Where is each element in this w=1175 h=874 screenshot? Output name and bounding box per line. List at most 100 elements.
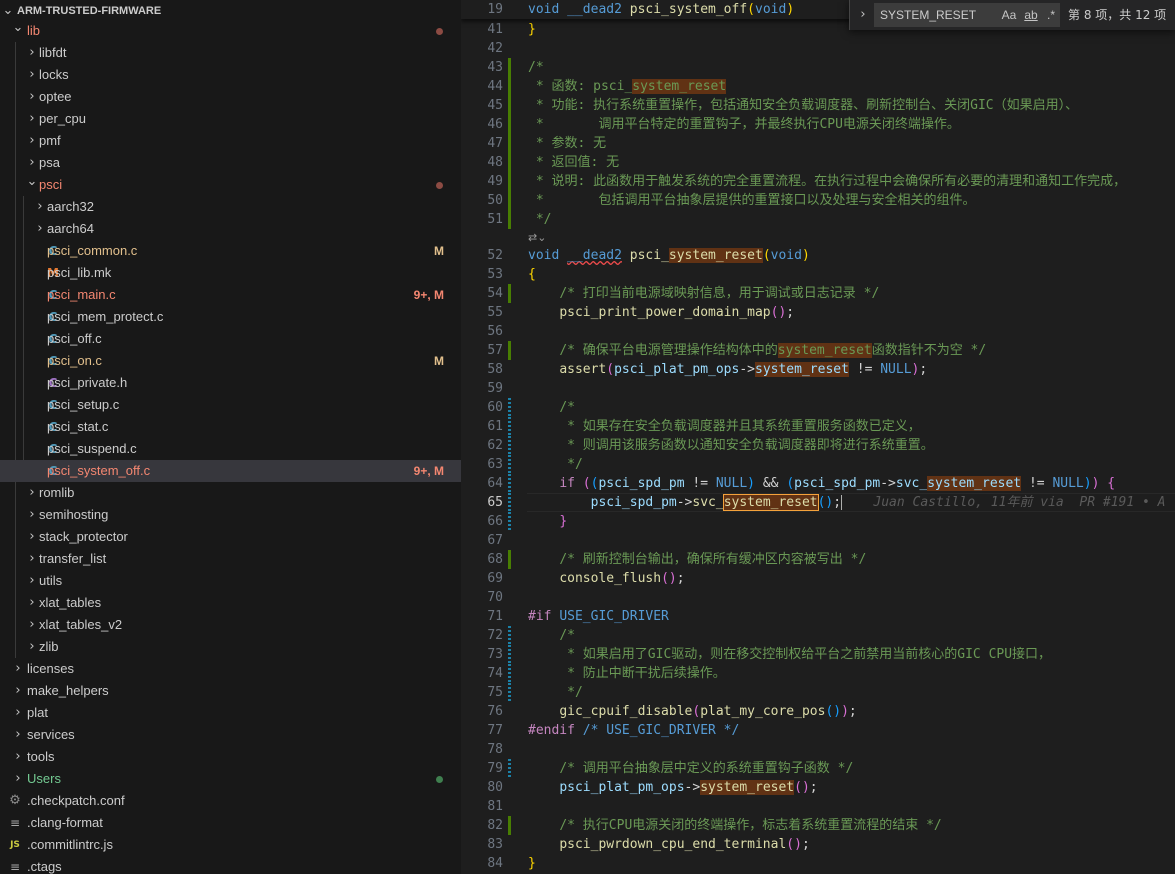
folder-item[interactable]: › utils <box>0 570 461 592</box>
file-item[interactable]: Cpsci_private.h <box>0 372 461 394</box>
folder-item[interactable]: › romlib <box>0 482 461 504</box>
added-line-marker[interactable] <box>508 153 511 172</box>
folder-item[interactable]: ⌄ psci <box>0 174 461 196</box>
folder-item[interactable]: › libfdt <box>0 42 461 64</box>
modified-line-marker[interactable] <box>508 664 511 683</box>
code-line[interactable]: * 函数: psci_system_reset <box>528 77 727 96</box>
use-regex-toggle[interactable]: .* <box>1041 7 1061 23</box>
folder-item[interactable]: › tools <box>0 746 461 768</box>
code-line[interactable]: /* <box>528 58 544 77</box>
added-line-marker[interactable] <box>508 172 511 191</box>
match-whole-word-toggle[interactable]: ab <box>1021 7 1041 23</box>
added-line-marker[interactable] <box>508 115 511 134</box>
code-editor[interactable]: 41} 42 43/* 44 * 函数: psci_system_reset 45 * … <box>461 0 1175 874</box>
modified-line-marker[interactable] <box>508 759 511 778</box>
folder-item[interactable]: › make_helpers <box>0 680 461 702</box>
code-line[interactable]: * 如果启用了GIC驱动，则在移交控制权给平台之前禁用当前核心的GIC CPU接… <box>528 645 1051 664</box>
added-line-marker[interactable] <box>508 134 511 153</box>
folder-item[interactable]: › zlib <box>0 636 461 658</box>
added-line-marker[interactable] <box>508 550 511 569</box>
file-item[interactable]: Cpsci_main.c 9+, M <box>0 284 461 306</box>
folder-item[interactable]: › pmf <box>0 130 461 152</box>
explorer-root-header[interactable]: ⌄ ARM-TRUSTED-FIRMWARE <box>0 0 461 22</box>
folder-item[interactable]: › optee <box>0 86 461 108</box>
folder-item[interactable]: › xlat_tables_v2 <box>0 614 461 636</box>
file-item[interactable]: Cpsci_common.c M <box>0 240 461 262</box>
code-line[interactable]: assert(psci_plat_pm_ops->system_reset !=… <box>528 360 927 379</box>
toggle-replace-chevron-icon[interactable]: › <box>856 6 870 24</box>
folder-item[interactable]: › services <box>0 724 461 746</box>
code-line[interactable]: /* 执行CPU电源关闭的终端操作，标志着系统重置流程的结束 */ <box>528 816 941 835</box>
code-line[interactable]: /* 刷新控制台输出，确保所有缓冲区内容被写出 */ <box>528 550 866 569</box>
code-line[interactable]: #endif /* USE_GIC_DRIVER */ <box>528 721 739 740</box>
added-line-marker[interactable] <box>508 816 511 835</box>
find-input-box[interactable]: Aa ab .* <box>874 3 1060 27</box>
file-item[interactable]: Cpsci_system_off.c 9+, M <box>0 460 461 482</box>
modified-line-marker[interactable] <box>508 455 511 474</box>
file-item[interactable]: JS .commitlintrc.js <box>0 834 461 856</box>
code-line[interactable]: */ <box>528 210 552 229</box>
code-line[interactable]: } <box>528 854 536 873</box>
code-line[interactable]: psci_plat_pm_ops->system_reset(); <box>528 778 818 797</box>
code-line[interactable]: * 功能: 执行系统重置操作，包括通知安全负载调度器、刷新控制台、关闭GIC（如… <box>528 96 1078 115</box>
added-line-marker[interactable] <box>508 210 511 229</box>
code-line[interactable]: * 则调用该服务函数以通知安全负载调度器即将进行系统重置。 <box>528 436 934 455</box>
added-line-marker[interactable] <box>508 191 511 210</box>
code-line[interactable]: /* <box>528 398 575 417</box>
code-line[interactable]: /* 确保平台电源管理操作结构体中的system_reset函数指针不为空 */ <box>528 341 986 360</box>
file-item[interactable]: ≡ .clang-format <box>0 812 461 834</box>
folder-item[interactable]: › stack_protector <box>0 526 461 548</box>
folder-item[interactable]: › psa <box>0 152 461 174</box>
folder-item[interactable]: › per_cpu <box>0 108 461 130</box>
code-line[interactable]: /* 调用平台抽象层中定义的系统重置钩子函数 */ <box>528 759 853 778</box>
git-compare-icon[interactable]: ⇄⌄ <box>528 230 546 245</box>
code-line[interactable]: /* 打印当前电源域映射信息，用于调试或日志记录 */ <box>528 284 879 303</box>
file-item[interactable]: Mpsci_lib.mk <box>0 262 461 284</box>
find-input[interactable] <box>880 7 995 23</box>
modified-line-marker[interactable] <box>508 436 511 455</box>
code-line[interactable]: console_flush(); <box>528 569 684 588</box>
folder-item[interactable]: › aarch32 <box>0 196 461 218</box>
added-line-marker[interactable] <box>508 58 511 77</box>
code-line[interactable]: * 说明: 此函数用于触发系统的完全重置流程。在执行过程中会确保所有必要的清理和… <box>528 172 1126 191</box>
file-item[interactable]: Cpsci_mem_protect.c <box>0 306 461 328</box>
modified-line-marker[interactable] <box>508 626 511 645</box>
code-line[interactable]: */ <box>528 455 583 474</box>
modified-line-marker[interactable] <box>508 398 511 417</box>
folder-item[interactable]: › Users <box>0 768 461 790</box>
file-item[interactable]: ≡ .ctags <box>0 856 461 874</box>
code-line[interactable]: { <box>528 265 536 284</box>
modified-line-marker[interactable] <box>508 493 511 512</box>
modified-line-marker[interactable] <box>508 417 511 436</box>
file-item[interactable]: ⚙ .checkpatch.conf <box>0 790 461 812</box>
file-item[interactable]: Cpsci_off.c <box>0 328 461 350</box>
added-line-marker[interactable] <box>508 96 511 115</box>
code-line[interactable]: * 包括调用平台抽象层提供的重置接口以及处理与安全相关的组件。 <box>528 191 976 210</box>
code-line[interactable]: void __dead2 psci_system_reset(void) <box>528 246 810 265</box>
code-line[interactable]: gic_cpuif_disable(plat_my_core_pos()); <box>528 702 856 721</box>
modified-line-marker[interactable] <box>508 645 511 664</box>
folder-item[interactable]: › semihosting <box>0 504 461 526</box>
folder-item[interactable]: › xlat_tables <box>0 592 461 614</box>
code-line[interactable]: /* <box>528 626 575 645</box>
modified-line-marker[interactable] <box>508 474 511 493</box>
folder-item[interactable]: › aarch64 <box>0 218 461 240</box>
file-item[interactable]: Cpsci_on.c M <box>0 350 461 372</box>
code-line[interactable]: if ((psci_spd_pm != NULL) && (psci_spd_p… <box>528 474 1115 493</box>
code-line[interactable]: * 返回值: 无 <box>528 153 619 172</box>
code-line[interactable]: * 调用平台特定的重置钩子，并最终执行CPU电源关闭终端操作。 <box>528 115 960 134</box>
added-line-marker[interactable] <box>508 341 511 360</box>
code-line[interactable]: } <box>528 512 567 531</box>
modified-line-marker[interactable] <box>508 683 511 702</box>
folder-item[interactable]: › licenses <box>0 658 461 680</box>
added-line-marker[interactable] <box>508 284 511 303</box>
file-item[interactable]: Cpsci_stat.c <box>0 416 461 438</box>
code-line[interactable]: * 参数: 无 <box>528 134 606 153</box>
modified-line-marker[interactable] <box>508 512 511 531</box>
folder-item[interactable]: › transfer_list <box>0 548 461 570</box>
folder-item[interactable]: ⌄ lib <box>0 20 461 42</box>
folder-item[interactable]: › locks <box>0 64 461 86</box>
code-line[interactable]: } <box>528 20 536 39</box>
code-line[interactable]: */ <box>528 683 583 702</box>
code-line[interactable]: psci_spd_pm->svc_system_reset(); Juan Ca… <box>528 493 1166 512</box>
